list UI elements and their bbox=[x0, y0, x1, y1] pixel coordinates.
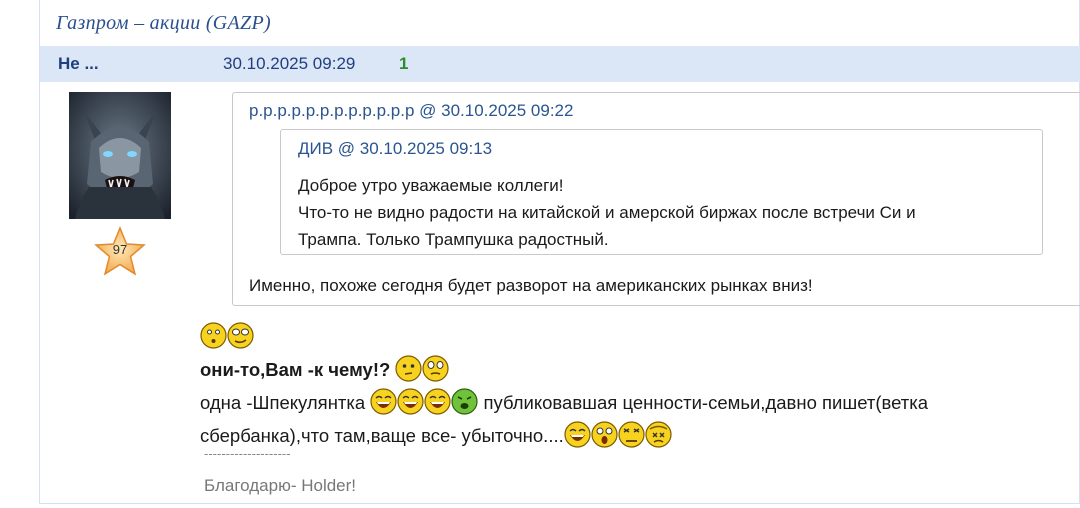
whistle-smiley-icon bbox=[200, 322, 227, 349]
quote-author-link[interactable]: р.р.р.р.р.р.р.р.р.р.р.р @ 30.10.2025 09:… bbox=[249, 101, 573, 121]
rating-value: 97 bbox=[112, 242, 128, 257]
nested-quote-line: Трампа. Только Трампушка радостный. bbox=[298, 230, 609, 249]
rating-badge: 97 bbox=[93, 226, 147, 278]
nested-quote-line: Что-то не видно радости на китайской и а… bbox=[298, 203, 916, 222]
thinking-smiley-icon bbox=[422, 355, 450, 382]
body-line-text: сбербанка),что там,ваще все- убыточно...… bbox=[200, 425, 564, 446]
laughing-smiley-icon bbox=[397, 388, 424, 415]
angry-smiley-icon bbox=[618, 421, 645, 448]
author-name[interactable]: Не ... bbox=[58, 54, 99, 74]
post-number[interactable]: 1 bbox=[399, 54, 408, 74]
nested-quote-block: ДИВ @ 30.10.2025 09:13 Доброе утро уважа… bbox=[280, 129, 1043, 255]
topic-title[interactable]: Газпром – акции (GAZP) bbox=[56, 12, 271, 35]
post-date[interactable]: 30.10.2025 09:29 bbox=[223, 54, 355, 74]
shocked-smiley-icon bbox=[591, 421, 618, 448]
laughing-smiley-icon bbox=[564, 421, 591, 448]
body-line: сбербанка),что там,ваще все- убыточно...… bbox=[200, 419, 1060, 452]
signature: Благодарю- Holder! bbox=[204, 476, 357, 495]
dizzy-smiley-icon bbox=[645, 421, 672, 448]
post-frame: Газпром – акции (GAZP) Не ... 30.10.2025… bbox=[39, 0, 1080, 504]
quote-text: Именно, похоже сегодня будет разворот на… bbox=[249, 276, 813, 295]
body-line-text: они-то,Вам -к чему!? bbox=[200, 359, 391, 380]
post-header: Не ... 30.10.2025 09:29 1 bbox=[40, 46, 1080, 82]
nested-quote-line: Доброе утро уважаемые коллеги! bbox=[298, 176, 564, 195]
body-line: они-то,Вам -к чему!? bbox=[200, 353, 1060, 386]
nested-quote-text: Доброе утро уважаемые коллеги! Что-то не… bbox=[298, 172, 1038, 253]
laughing-smiley-icon bbox=[424, 388, 451, 415]
signature-divider: -------------------- bbox=[204, 446, 291, 461]
wolf-avatar-image bbox=[69, 92, 171, 219]
body-line-text: публиковавшая ценности-семьи,давно пишет… bbox=[483, 392, 929, 413]
laughing-smiley-icon bbox=[370, 388, 397, 415]
avatar[interactable] bbox=[69, 92, 171, 219]
body-line-text: одна -Шпекулянтка bbox=[200, 392, 366, 413]
body-line: одна -Шпекулянтка публиковавшая ценности… bbox=[200, 386, 1060, 419]
quote-block: р.р.р.р.р.р.р.р.р.р.р.р @ 30.10.2025 09:… bbox=[232, 92, 1080, 306]
post-body: они-то,Вам -к чему!? одна -Шпекулянтка п… bbox=[200, 320, 1060, 452]
sick-smiley-icon bbox=[451, 388, 478, 415]
nested-quote-author-link[interactable]: ДИВ @ 30.10.2025 09:13 bbox=[298, 139, 492, 159]
rolling-eyes-smiley-icon bbox=[227, 322, 254, 349]
smiley-row bbox=[200, 320, 1060, 353]
puzzled-smiley-icon bbox=[395, 355, 423, 382]
